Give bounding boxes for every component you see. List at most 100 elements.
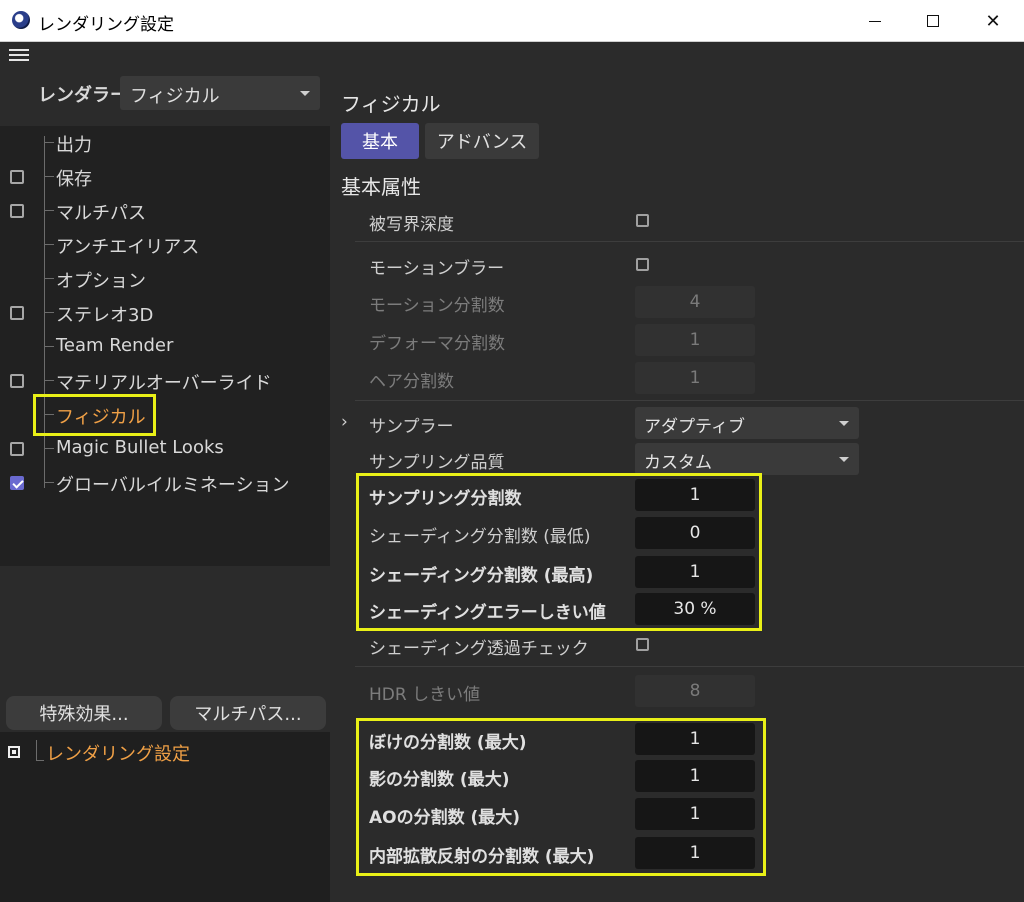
tab-basic[interactable]: 基本: [341, 123, 419, 159]
shading-transparency-checkbox[interactable]: [636, 638, 649, 651]
tree-item-save[interactable]: 保存: [0, 160, 330, 194]
sampling-quality-value: カスタム: [644, 453, 712, 473]
render-settings-item[interactable]: レンダリング設定: [46, 740, 190, 766]
menu-strip: [0, 42, 1024, 68]
renderer-label: レンダラー: [38, 85, 128, 106]
hair-subdiv-label: ヘア分割数: [369, 372, 454, 392]
left-panel: レンダラー フィジカル 出力 保存 マルチパス アンチエイリアス オプション ス…: [0, 68, 330, 902]
maximize-icon: [927, 15, 939, 27]
tree-branch: [44, 210, 54, 211]
expand-chevron-icon[interactable]: ›: [341, 412, 348, 432]
tree-item-checkbox[interactable]: [10, 306, 24, 320]
hdr-threshold-row: HDR しきい値 8: [330, 672, 1024, 710]
tree-branch: [44, 346, 54, 347]
sampler-dropdown[interactable]: アダプティブ: [635, 407, 859, 439]
properties-panel: フィジカル 基本 アドバンス 基本属性 被写界深度 モーションブラー モーション…: [330, 68, 1024, 902]
tree-branch: [44, 380, 54, 381]
tree-item-multipass[interactable]: マルチパス: [0, 194, 330, 228]
sampling-quality-label: サンプリング品質: [369, 453, 505, 473]
chevron-down-icon: [300, 91, 310, 96]
highlight-box-sampling: [356, 473, 762, 631]
bottom-buttons: 特殊効果... マルチパス...: [0, 694, 330, 732]
deform-subdiv-field[interactable]: 1: [635, 324, 755, 356]
sampler-value: アダプティブ: [644, 417, 745, 437]
group-title: 基本属性: [341, 175, 421, 199]
highlight-box-physical: [33, 394, 156, 436]
cinema4d-app-icon: [12, 11, 30, 29]
sampler-label: サンプラー: [369, 417, 454, 437]
tree-item-label: マテリアルオーバーライド: [56, 373, 272, 394]
tree-item-stereo3d[interactable]: ステレオ3D: [0, 296, 330, 330]
panel-title: フィジカル: [341, 92, 441, 116]
tree-branch: [36, 760, 44, 761]
tree-item-checkbox[interactable]: [10, 204, 24, 218]
maximize-button[interactable]: [904, 0, 962, 42]
divider: [355, 400, 1024, 401]
tree-item-checkbox[interactable]: [10, 170, 24, 184]
window-title: レンダリング設定: [38, 15, 174, 35]
render-settings-icon[interactable]: [8, 746, 20, 758]
sampling-quality-dropdown[interactable]: カスタム: [635, 443, 859, 475]
deform-subdiv-label: デフォーマ分割数: [369, 334, 505, 354]
tree-item-checkbox[interactable]: [10, 374, 24, 388]
settings-tree: 出力 保存 マルチパス アンチエイリアス オプション ステレオ3D Team R…: [0, 126, 330, 566]
renderer-value: フィジカル: [130, 86, 220, 107]
tree-branch: [44, 448, 54, 449]
tree-item-label: ステレオ3D: [56, 305, 154, 326]
title-bar: レンダリング設定 ✕: [0, 0, 1024, 42]
highlight-box-max-subdivisions: [356, 718, 766, 876]
tree-branch: [44, 244, 54, 245]
tree-item-material-override[interactable]: マテリアルオーバーライド: [0, 364, 330, 398]
hamburger-menu-icon[interactable]: [9, 49, 29, 62]
multipass-button[interactable]: マルチパス...: [170, 696, 326, 730]
sampler-row: › サンプラー アダプティブ: [330, 404, 1024, 442]
close-button[interactable]: ✕: [964, 0, 1022, 42]
dof-checkbox[interactable]: [636, 214, 649, 227]
renderer-dropdown[interactable]: フィジカル: [120, 76, 320, 110]
hdr-threshold-label: HDR しきい値: [369, 685, 481, 705]
tree-item-label: アンチエイリアス: [56, 237, 200, 258]
motion-blur-label: モーションブラー: [369, 259, 505, 279]
tree-item-label: Team Render: [56, 335, 174, 356]
minimize-icon: [869, 20, 881, 22]
motion-blur-checkbox[interactable]: [636, 258, 649, 271]
divider: [355, 241, 1024, 242]
tree-item-global-illumination[interactable]: グローバルイルミネーション: [0, 466, 330, 500]
hdr-threshold-field[interactable]: 8: [635, 675, 755, 707]
tree-item-label: 保存: [56, 169, 92, 190]
motion-subdiv-label: モーション分割数: [369, 296, 505, 316]
tree-item-output[interactable]: 出力: [0, 126, 330, 160]
divider: [355, 666, 1024, 667]
motion-subdiv-field[interactable]: 4: [635, 286, 755, 318]
close-icon: ✕: [985, 10, 1001, 32]
chevron-down-icon: [839, 421, 849, 426]
effects-button[interactable]: 特殊効果...: [6, 696, 162, 730]
tree-branch: [44, 312, 54, 313]
tree-item-label: 出力: [56, 135, 92, 156]
tree-item-label: Magic Bullet Looks: [56, 437, 224, 458]
tree-branch: [44, 142, 54, 143]
deform-subdiv-row: デフォーマ分割数 1: [330, 321, 1024, 359]
tree-item-magic-bullet-looks[interactable]: Magic Bullet Looks: [0, 432, 330, 466]
tree-item-checkbox[interactable]: [10, 442, 24, 456]
tree-item-team-render[interactable]: Team Render: [0, 330, 330, 364]
tree-item-checkbox-checked[interactable]: [10, 476, 24, 490]
chevron-down-icon: [839, 457, 849, 462]
renderer-row: レンダラー フィジカル: [0, 68, 330, 120]
tree-branch: [44, 482, 54, 483]
hair-subdiv-row: ヘア分割数 1: [330, 359, 1024, 397]
motion-blur-row: モーションブラー: [330, 246, 1024, 284]
shading-transparency-label: シェーディング透過チェック: [369, 639, 589, 659]
tree-item-label: オプション: [56, 271, 146, 292]
tree-item-label: グローバルイルミネーション: [56, 475, 290, 496]
tree-item-label: マルチパス: [56, 203, 146, 224]
hair-subdiv-field[interactable]: 1: [635, 362, 755, 394]
minimize-button[interactable]: [846, 0, 904, 42]
tab-advanced[interactable]: アドバンス: [425, 123, 539, 159]
dof-label: 被写界深度: [369, 215, 454, 235]
render-settings-list: レンダリング設定: [0, 732, 330, 902]
tree-item-options[interactable]: オプション: [0, 262, 330, 296]
tree-item-antialiasing[interactable]: アンチエイリアス: [0, 228, 330, 262]
shading-transparency-row: シェーディング透過チェック: [330, 626, 1024, 664]
tree-branch: [44, 278, 54, 279]
